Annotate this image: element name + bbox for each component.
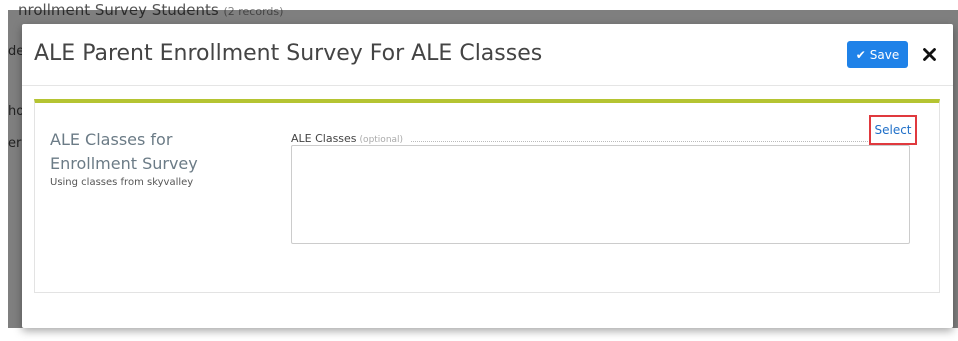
field-dotted-leader: [411, 140, 908, 142]
modal-dialog: ALE Parent Enrollment Survey For ALE Cla…: [22, 24, 953, 328]
section-title: ALE Classes for Enrollment Survey: [50, 130, 198, 173]
modal-header: ALE Parent Enrollment Survey For ALE Cla…: [22, 24, 953, 86]
field-label-row: ALE Classes (optional): [291, 129, 916, 145]
modal-title: ALE Parent Enrollment Survey For ALE Cla…: [34, 41, 543, 66]
section-subtitle: Using classes from skyvalley: [50, 177, 194, 188]
save-button[interactable]: ✔ Save: [847, 41, 908, 68]
ale-classes-box[interactable]: [291, 145, 910, 244]
check-icon: ✔: [855, 47, 866, 62]
classes-panel: ALE Classes for Enrollment Survey Using …: [34, 99, 940, 293]
close-button[interactable]: [918, 43, 940, 65]
select-classes-link[interactable]: Select: [869, 115, 917, 145]
close-icon: [922, 47, 936, 61]
field-label: ALE Classes: [291, 132, 357, 145]
save-button-label: Save: [869, 47, 900, 62]
field-optional-hint: (optional): [359, 135, 404, 145]
